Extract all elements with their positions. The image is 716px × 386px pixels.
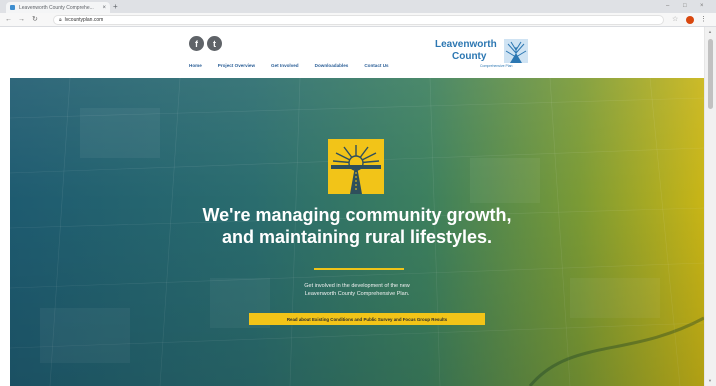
new-tab-button[interactable]: + <box>113 2 118 11</box>
close-window-button[interactable]: × <box>700 2 704 10</box>
logo-tree-icon <box>504 39 528 63</box>
hero-subtext: Get involved in the development of the n… <box>10 282 704 298</box>
reload-icon[interactable]: ↻ <box>32 15 38 24</box>
address-bar-input[interactable]: 🔒︎ lvcountyplan.com <box>53 15 664 25</box>
browser-tab[interactable]: Leavenworth County Comprehe... × <box>6 2 110 13</box>
hero-banner: We're managing community growth, and mai… <box>10 78 704 386</box>
page-scrollbar[interactable]: ▲ ▼ <box>704 27 716 386</box>
twitter-icon[interactable]: t <box>207 36 222 51</box>
nav-contact-us[interactable]: Contact Us <box>364 63 388 68</box>
tab-close-icon[interactable]: × <box>102 5 106 11</box>
bookmark-star-icon[interactable]: ☆ <box>672 15 678 24</box>
hero-divider <box>314 268 404 270</box>
facebook-icon[interactable]: f <box>189 36 204 51</box>
hero-headline-line-2: and maintaining rural lifestyles. <box>221 227 493 247</box>
forward-arrow-icon[interactable]: → <box>18 15 25 24</box>
back-arrow-icon[interactable]: ← <box>5 15 12 24</box>
cta-label: Read about Existing Conditions and Publi… <box>286 316 448 322</box>
minimize-button[interactable]: – <box>666 2 669 10</box>
nav-project-overview[interactable]: Project Overview <box>218 63 255 68</box>
nav-get-involved[interactable]: Get Involved <box>271 63 299 68</box>
social-links: f t <box>189 36 222 51</box>
browser-toolbar: ← → ↻ 🔒︎ lvcountyplan.com ☆ ⋮ <box>0 13 716 27</box>
site-header: f t Home Project Overview Get Involved D… <box>0 27 704 78</box>
maximize-button[interactable]: □ <box>683 2 687 10</box>
nav-downloadables[interactable]: Downloadables <box>315 63 349 68</box>
logo-line-1: Leavenworth <box>435 39 497 50</box>
hero-headline-line-1: We're managing community growth, <box>202 205 512 225</box>
hero-subtext-line-2: Leavenworth County Comprehensive Plan. <box>304 291 410 297</box>
hero-headline: We're managing community growth, and mai… <box>10 204 704 248</box>
scroll-thumb[interactable] <box>708 39 713 109</box>
profile-avatar[interactable] <box>686 16 694 24</box>
tab-title: Leavenworth County Comprehe... <box>19 4 94 11</box>
site-logo[interactable]: Leavenworth County Comprehensive Plan <box>432 37 532 71</box>
main-navigation: Home Project Overview Get Involved Downl… <box>189 63 389 68</box>
browser-tab-strip: Leavenworth County Comprehe... × + – □ × <box>0 0 716 13</box>
scroll-up-icon[interactable]: ▲ <box>708 29 712 34</box>
results-cta-button[interactable]: Read about Existing Conditions and Publi… <box>249 313 485 325</box>
scroll-down-icon[interactable]: ▼ <box>708 378 712 383</box>
site-favicon-icon <box>10 5 15 10</box>
logo-line-2: County <box>452 51 487 62</box>
browser-menu-icon[interactable]: ⋮ <box>700 15 707 24</box>
url-text: lvcountyplan.com <box>64 17 104 23</box>
hero-subtext-line-1: Get involved in the development of the n… <box>304 283 410 289</box>
road-sunrise-icon <box>328 139 384 194</box>
lock-icon: 🔒︎ <box>59 17 62 23</box>
nav-home[interactable]: Home <box>189 63 202 68</box>
